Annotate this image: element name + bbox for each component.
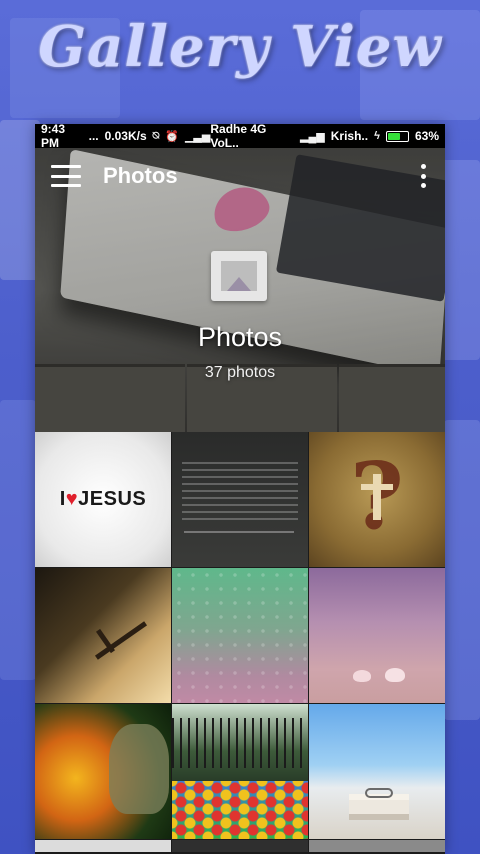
- glasses-icon: [365, 788, 393, 798]
- photo-thumbnail[interactable]: [309, 704, 445, 839]
- photo-grid: I♥JESUS ?: [35, 432, 445, 852]
- books-shape: [349, 800, 409, 814]
- status-time: 9:43 PM: [41, 124, 66, 150]
- photo-thumbnail[interactable]: [309, 568, 445, 703]
- text-line-shape: [184, 531, 294, 533]
- status-dots: ...: [88, 129, 99, 143]
- signal-icon: ▁▃▅: [184, 130, 211, 143]
- status-carrier-2: Krish..: [330, 129, 369, 143]
- photo-thumbnail[interactable]: [172, 568, 308, 703]
- cross-icon: [373, 474, 381, 520]
- album-name: Photos: [197, 322, 283, 352]
- hamburger-menu-icon[interactable]: [51, 165, 81, 187]
- phone-screen: 9:43 PM ... 0.03K/s ⍉ ⏰ ▁▃▅ Radhe 4G VoL…: [35, 124, 445, 854]
- charging-bolt-icon: ϟ: [374, 130, 380, 142]
- status-bar: 9:43 PM ... 0.03K/s ⍉ ⏰ ▁▃▅ Radhe 4G VoL…: [35, 124, 445, 150]
- status-carrier-1: Radhe 4G VoL..: [210, 124, 267, 150]
- photo-thumbnail[interactable]: [309, 840, 445, 852]
- status-network-speed: 0.03K/s: [104, 129, 147, 143]
- battery-level-fill: [387, 132, 400, 140]
- thumbnail-caption: I♥JESUS: [35, 488, 171, 511]
- signal-icon: ▂▄▆: [300, 130, 325, 143]
- fence-shape: [172, 718, 308, 768]
- photo-thumbnail[interactable]: [172, 840, 308, 852]
- vibrate-icon: ⍉: [152, 129, 160, 142]
- photo-thumbnail[interactable]: [172, 432, 308, 567]
- shell-icon: [385, 668, 405, 682]
- text-lines-shape: [182, 462, 298, 522]
- photo-thumbnail[interactable]: [35, 704, 171, 839]
- cross-bar-shape: [361, 484, 393, 490]
- image-placeholder-icon: [211, 251, 267, 301]
- hearts-shape: [172, 781, 308, 839]
- photo-thumbnail[interactable]: I♥JESUS: [35, 432, 171, 567]
- photo-thumbnail[interactable]: ?: [309, 432, 445, 567]
- photo-thumbnail[interactable]: [35, 840, 171, 852]
- more-vert-icon[interactable]: [413, 164, 433, 188]
- app-bar: Photos: [35, 148, 445, 204]
- caption-word: JESUS: [78, 488, 147, 510]
- photo-thumbnail[interactable]: [35, 568, 171, 703]
- battery-icon: [385, 130, 409, 142]
- figure-shape: [109, 724, 169, 814]
- status-battery-percent: 63%: [414, 129, 439, 143]
- alarm-icon: ⏰: [165, 130, 179, 143]
- shell-icon: [353, 670, 371, 682]
- promo-title: Gallery View: [38, 14, 442, 80]
- heart-icon: ♥: [65, 488, 79, 510]
- app-bar-title: Photos: [103, 163, 178, 188]
- photo-thumbnail[interactable]: [172, 704, 308, 839]
- water-drops-shape: [172, 568, 308, 703]
- album-photo-count: 37 photos: [204, 364, 276, 381]
